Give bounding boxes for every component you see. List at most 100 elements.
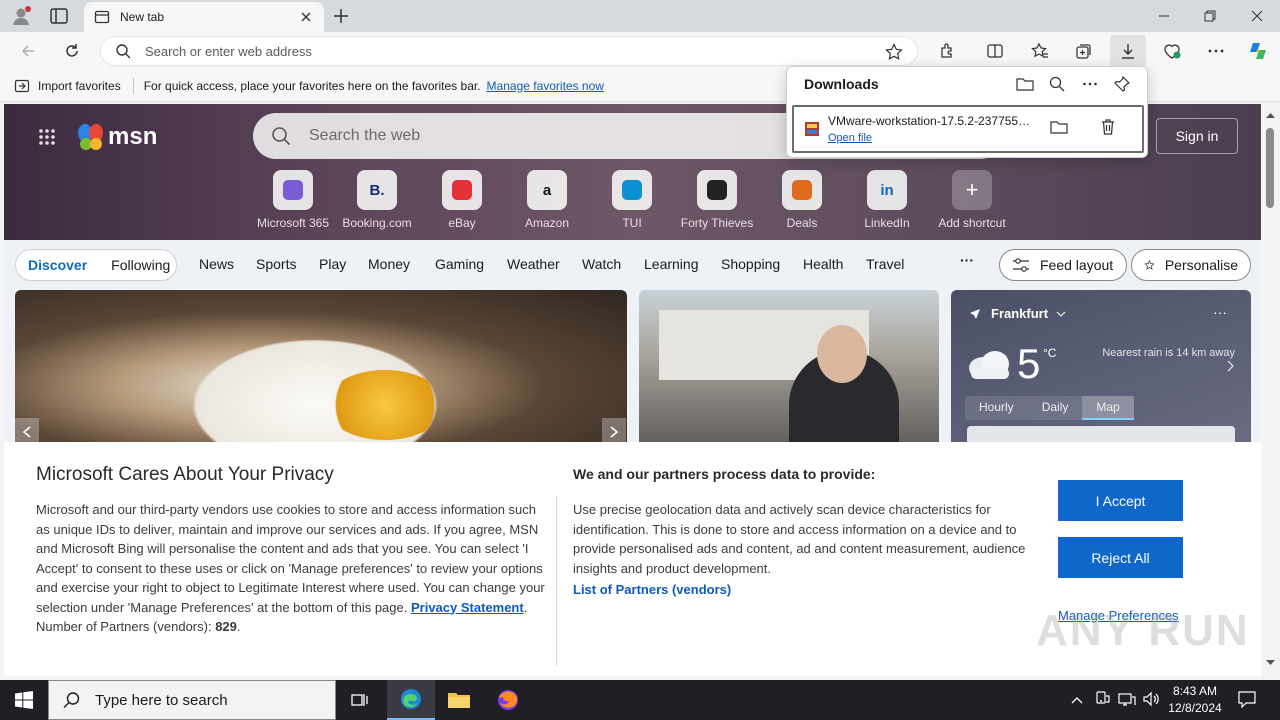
pin-icon[interactable]	[1112, 74, 1132, 94]
extensions-icon[interactable]	[931, 35, 963, 67]
split-screen-icon[interactable]	[979, 35, 1011, 67]
open-downloads-folder-icon[interactable]	[1015, 74, 1035, 94]
open-file-link[interactable]: Open file	[828, 132, 872, 144]
minimize-button[interactable]	[1141, 0, 1187, 32]
scroll-down-icon[interactable]	[1266, 660, 1275, 666]
search-icon	[271, 126, 291, 146]
browser-toolbar: Search or enter web address	[0, 32, 1280, 70]
sign-in-button[interactable]: Sign in	[1156, 118, 1238, 154]
news-card-person[interactable]	[639, 290, 939, 450]
shortcut-label: Deals	[786, 216, 818, 230]
news-card-food[interactable]	[15, 290, 627, 450]
profile-avatar[interactable]	[10, 5, 32, 27]
settings-more-icon[interactable]	[1200, 35, 1232, 67]
network-icon[interactable]	[1118, 691, 1136, 707]
shortcut-label: TUI	[622, 216, 642, 230]
more-categories-icon[interactable]: ···	[960, 252, 974, 268]
feed-layout-button[interactable]: Feed layout	[999, 249, 1127, 281]
task-view-button[interactable]	[336, 680, 384, 720]
nav-link-sports[interactable]: Sports	[256, 256, 296, 272]
shortcut-amazon[interactable]: a Amazon	[507, 170, 587, 230]
shortcut-deals[interactable]: Deals	[762, 170, 842, 230]
tab-following[interactable]: Following	[99, 257, 182, 273]
weather-tab-hourly[interactable]: Hourly	[965, 396, 1028, 420]
refresh-button[interactable]	[56, 35, 88, 67]
import-favorites-button[interactable]: Import favorites	[14, 78, 121, 94]
start-button[interactable]	[0, 680, 48, 720]
shortcut-label: eBay	[448, 216, 476, 230]
shortcut-tui[interactable]: TUI	[592, 170, 672, 230]
notifications-icon[interactable]	[1238, 690, 1256, 708]
meet-now-icon[interactable]	[1094, 691, 1110, 707]
nav-link-travel[interactable]: Travel	[866, 256, 904, 272]
weather-more-icon[interactable]: ···	[1213, 304, 1227, 320]
nav-link-weather[interactable]: Weather	[507, 256, 560, 272]
back-button[interactable]	[12, 35, 44, 67]
nearest-rain-text: Nearest rain is 14 km away	[1102, 347, 1235, 359]
nav-link-news[interactable]: News	[199, 256, 234, 272]
tab-new-tab[interactable]: New tab	[84, 2, 324, 32]
show-in-folder-icon[interactable]	[1050, 119, 1068, 135]
volume-icon[interactable]	[1142, 691, 1160, 707]
weather-tab-map[interactable]: Map	[1082, 396, 1134, 420]
downloads-title: Downloads	[804, 76, 879, 92]
taskbar-edge[interactable]	[387, 680, 435, 720]
manage-favorites-link[interactable]: Manage favorites now	[487, 79, 604, 93]
tab-actions-icon[interactable]	[50, 8, 68, 24]
personalise-button[interactable]: Personalise	[1131, 249, 1251, 281]
address-bar[interactable]: Search or enter web address	[100, 36, 918, 66]
shortcut-microsoft-365[interactable]: Microsoft 365	[253, 170, 333, 230]
nav-link-health[interactable]: Health	[803, 256, 843, 272]
weather-location[interactable]: Frankfurt	[969, 306, 1066, 321]
shortcut-label: Add shortcut	[938, 216, 1006, 230]
reject-all-button[interactable]: Reject All	[1058, 537, 1183, 578]
browser-essentials-icon[interactable]	[1156, 35, 1188, 67]
taskbar-clock[interactable]: 8:43 AM 12/8/2024	[1160, 683, 1230, 717]
search-downloads-icon[interactable]	[1047, 74, 1067, 94]
shortcut-ebay[interactable]: eBay	[422, 170, 502, 230]
accept-button[interactable]: I Accept	[1058, 480, 1183, 521]
msn-logo[interactable]: msn	[76, 122, 157, 152]
scroll-up-icon[interactable]	[1266, 112, 1275, 118]
nav-link-shopping[interactable]: Shopping	[721, 256, 780, 272]
shortcut-linkedin[interactable]: in LinkedIn	[847, 170, 927, 230]
nav-link-money[interactable]: Money	[368, 256, 410, 272]
shortcut-microsoft-365-icon	[273, 170, 313, 210]
favorites-icon[interactable]	[1024, 35, 1056, 67]
shortcut-booking-com[interactable]: B. Booking.com	[337, 170, 417, 230]
privacy-statement-link[interactable]: Privacy Statement	[411, 600, 524, 615]
scrollbar-thumb[interactable]	[1266, 128, 1274, 208]
weather-tab-daily[interactable]: Daily	[1028, 396, 1083, 420]
delete-icon[interactable]	[1100, 118, 1116, 136]
show-hidden-icons-icon[interactable]	[1070, 693, 1084, 707]
shortcut-amazon-icon: a	[527, 170, 567, 210]
close-window-button[interactable]	[1234, 0, 1280, 32]
taskbar-search[interactable]: Type here to search	[48, 680, 336, 720]
nav-link-learning[interactable]: Learning	[644, 256, 699, 272]
temperature-value: 5	[1017, 340, 1041, 387]
weather-card[interactable]: Frankfurt ··· 5 °C Nearest rain is 14 km…	[951, 290, 1251, 456]
shortcut-forty-thieves[interactable]: Forty Thieves	[677, 170, 757, 230]
new-tab-button[interactable]	[332, 7, 350, 25]
page-scrollbar[interactable]	[1261, 104, 1280, 676]
shortcut-add-shortcut[interactable]: + Add shortcut	[932, 170, 1012, 230]
copilot-icon[interactable]	[1242, 35, 1274, 67]
tab-discover[interactable]: Discover	[16, 257, 99, 273]
close-tab-icon[interactable]	[298, 9, 314, 25]
restore-button[interactable]	[1187, 0, 1233, 32]
apps-grid-icon[interactable]	[38, 128, 56, 146]
feed-nav: Discover Following News Sports Play Money Ga…	[4, 240, 1261, 290]
chevron-right-icon[interactable]	[1227, 360, 1235, 372]
nav-link-gaming[interactable]: Gaming	[435, 256, 484, 272]
nav-link-play[interactable]: Play	[319, 256, 346, 272]
download-item[interactable]: VMware-workstation-17.5.2-23775571.exe O…	[792, 105, 1144, 153]
collections-icon[interactable]	[1068, 35, 1100, 67]
vendors-list-link[interactable]: List of Partners (vendors)	[573, 582, 731, 597]
taskbar-firefox[interactable]	[484, 680, 532, 720]
firefox-icon	[498, 690, 518, 710]
nav-link-watch[interactable]: Watch	[582, 256, 621, 272]
taskbar-file-explorer[interactable]	[435, 680, 483, 720]
favorite-star-icon[interactable]	[885, 43, 903, 61]
downloads-more-icon[interactable]	[1080, 74, 1100, 94]
downloads-button[interactable]	[1110, 35, 1146, 67]
